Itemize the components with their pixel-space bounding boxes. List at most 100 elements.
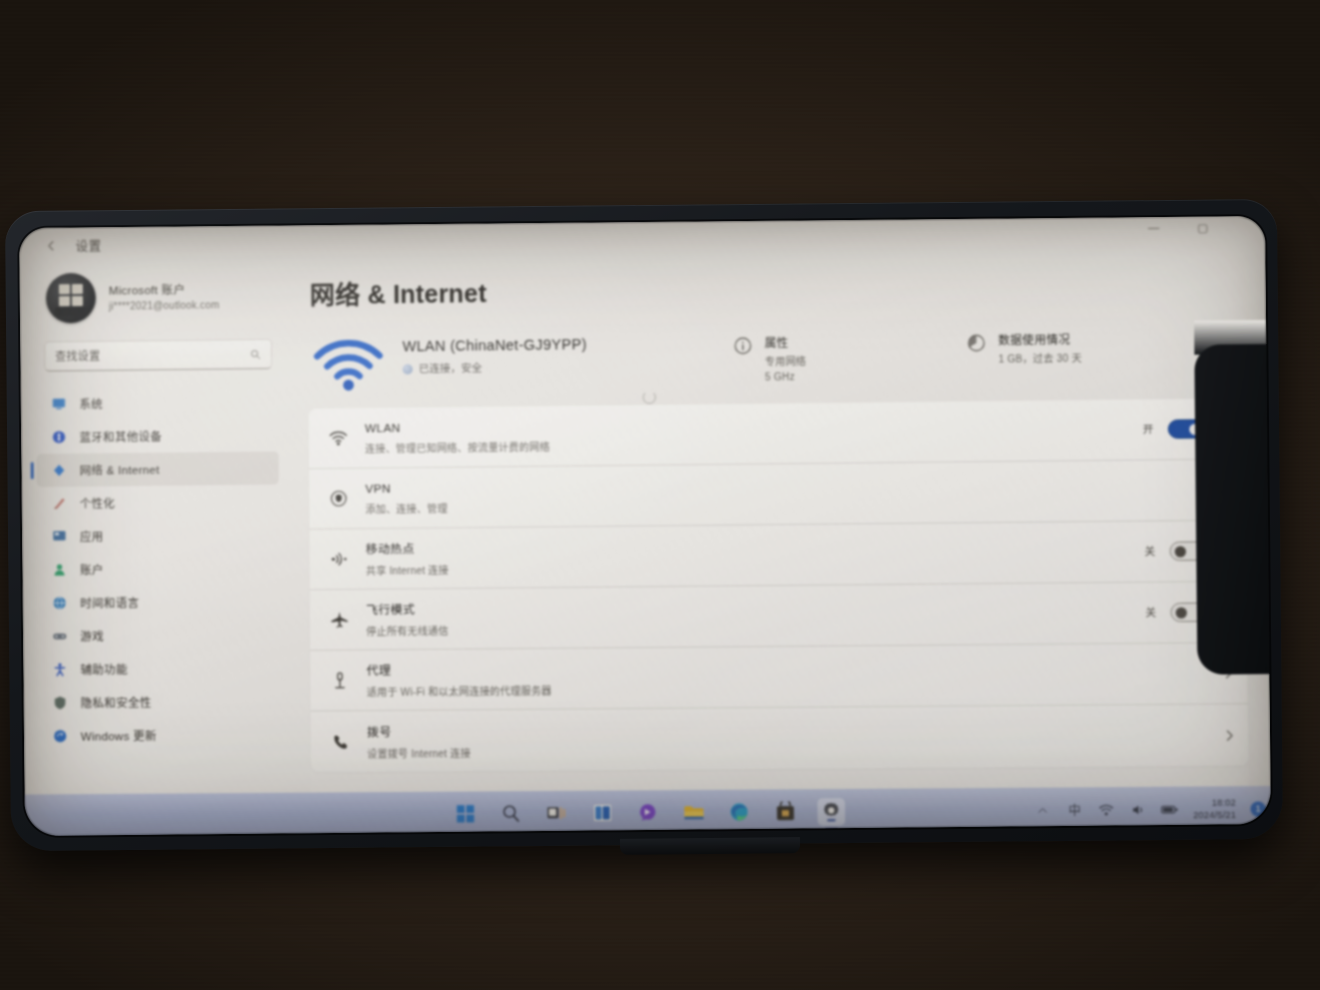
accounts-icon: [51, 561, 68, 578]
vpn-shield-icon: [327, 487, 349, 509]
settings-row-0[interactable]: WLAN 连接、管理已知网络、按流量计费的网络 开: [308, 398, 1245, 470]
notification-badge[interactable]: 1: [1250, 800, 1266, 817]
toggle-knob: [1175, 606, 1188, 619]
data-usage-sub: 1 GB，过去 30 天: [998, 353, 1082, 366]
connection-name: WLAN (ChinaNet-GJ9YPP): [402, 337, 587, 356]
windows-settings-app: 设置 — ▢ Microsoft 账户 ji****2021@outlook.c…: [19, 216, 1271, 836]
bluetooth-icon: [50, 429, 67, 446]
settings-app-icon[interactable]: [816, 797, 845, 826]
device-screen: 设置 — ▢ Microsoft 账户 ji****2021@outlook.c…: [19, 216, 1271, 836]
sidebar-item-6[interactable]: 时间和语言: [37, 584, 280, 619]
taskbar-clock[interactable]: 18:02 2024/5/21: [1193, 796, 1236, 821]
ime-indicator[interactable]: 中: [1066, 801, 1084, 818]
windows-logo-avatar-icon: [58, 283, 83, 307]
task-view-icon[interactable]: [543, 799, 571, 827]
connection-status-text: 已连接，安全: [418, 362, 483, 376]
speaker-tray-icon[interactable]: [1129, 801, 1147, 819]
apps-icon: [51, 528, 68, 545]
wifi-tray-icon[interactable]: [1098, 801, 1116, 819]
settings-row-4[interactable]: 代理 适用于 Wi-Fi 和以太网连接的代理服务器: [310, 642, 1248, 712]
row-title: 拨号: [366, 724, 392, 739]
file-explorer-icon[interactable]: [680, 798, 708, 826]
minimize-button[interactable]: —: [1142, 217, 1165, 240]
time-language-icon: [51, 594, 68, 611]
windows-update-icon: [52, 728, 69, 745]
current-connection-block[interactable]: WLAN (ChinaNet-GJ9YPP) 已连接，安全: [310, 329, 734, 392]
sidebar-item-label: 隐私和安全性: [80, 697, 152, 710]
connection-status: 已连接，安全: [402, 359, 587, 376]
page-title: 网络 & Internet: [309, 279, 487, 311]
avatar: [45, 272, 96, 324]
settings-row-3[interactable]: 飞行模式 停止所有无线通信 关: [309, 581, 1247, 651]
sidebar-item-3[interactable]: 个性化: [37, 485, 279, 521]
clock-date: 2024/5/21: [1193, 809, 1237, 821]
sidebar-item-label: 个性化: [79, 497, 116, 511]
dialup-icon: [329, 730, 351, 752]
titlebar-title: 设置: [75, 239, 102, 254]
proxy-icon: [328, 669, 350, 691]
sidebar-item-label: 网络 & Internet: [79, 464, 160, 478]
network-settings-list: WLAN 连接、管理已知网络、按流量计费的网络 开 VPN 添加、连接、管理移动热点 共享…: [308, 398, 1249, 773]
chevron-up-icon[interactable]: [1034, 801, 1052, 818]
loading-spinner-icon: [642, 390, 656, 405]
properties-card[interactable]: 属性 专用网络 5 GHz: [733, 326, 967, 385]
sidebar-item-10[interactable]: Windows 更新: [38, 718, 281, 753]
wlan-icon: [327, 427, 349, 449]
maximize-button[interactable]: ▢: [1191, 216, 1214, 239]
properties-info-icon: [733, 336, 753, 356]
settings-sidebar: Microsoft 账户 ji****2021@outlook.com 查找设置…: [19, 260, 293, 794]
network-status-strip: WLAN (ChinaNet-GJ9YPP) 已连接，安全 属性 专用网络 5 …: [308, 323, 1243, 392]
sidebar-item-9[interactable]: 隐私和安全性: [37, 684, 280, 719]
sidebar-item-4[interactable]: 应用: [37, 518, 279, 554]
properties-sub: 专用网络 5 GHz: [764, 356, 807, 383]
taskbar-icon-group: [452, 797, 845, 828]
sidebar-item-5[interactable]: 账户: [37, 551, 280, 587]
toggle-knob: [1174, 545, 1187, 557]
toggle-state-label: 开: [1142, 423, 1154, 437]
avatar-shadow-bar: [54, 306, 87, 317]
system-icon: [50, 395, 67, 412]
widgets-icon[interactable]: [588, 799, 616, 827]
row-title: 代理: [366, 663, 392, 678]
sidebar-item-8[interactable]: 辅助功能: [37, 651, 280, 686]
microsoft-store-icon[interactable]: [771, 798, 799, 826]
sidebar-item-label: 时间和语言: [80, 597, 140, 610]
toggle-state-label: 关: [1145, 606, 1157, 620]
back-arrow-icon[interactable]: [38, 232, 64, 258]
data-usage-icon: [967, 333, 988, 353]
search-taskbar-icon[interactable]: [497, 800, 525, 828]
row-subtitle: 添加、连接、管理: [365, 503, 448, 516]
start-button[interactable]: [452, 800, 480, 828]
settings-row-1[interactable]: VPN 添加、连接、管理: [308, 459, 1246, 530]
row-title: VPN: [365, 480, 391, 496]
sidebar-item-label: 应用: [79, 531, 104, 544]
sidebar-item-label: 系统: [79, 398, 103, 411]
sidebar-item-label: 账户: [79, 564, 104, 577]
gaming-icon: [51, 628, 68, 645]
data-usage-title: 数据使用情况: [998, 334, 1071, 348]
properties-title: 属性: [764, 337, 789, 351]
sidebar-item-2[interactable]: 网络 & Internet: [36, 451, 279, 488]
wifi-signal-icon: [310, 335, 387, 392]
sidebar-item-0[interactable]: 系统: [36, 385, 278, 421]
row-title: 移动热点: [365, 541, 415, 557]
chat-icon[interactable]: [634, 799, 662, 827]
account-header[interactable]: Microsoft 账户 ji****2021@outlook.com: [36, 264, 278, 327]
airplane-mode-icon: [328, 609, 350, 631]
sidebar-nav-list: 系统蓝牙和其他设备网络 & Internet 个性化应用账户时间和语言游戏 辅助功能…: [36, 385, 280, 753]
search-icon: [250, 348, 261, 359]
battery-tray-icon[interactable]: [1161, 800, 1179, 818]
settings-row-2[interactable]: 移动热点 共享 Internet 连接 关: [309, 520, 1246, 591]
sidebar-item-1[interactable]: 蓝牙和其他设备: [36, 418, 278, 454]
row-subtitle: 停止所有无线通信: [366, 626, 449, 639]
search-input[interactable]: 查找设置: [44, 338, 273, 372]
window-controls: — ▢: [1142, 216, 1214, 239]
chevron-right-icon[interactable]: [1225, 728, 1234, 741]
row-subtitle: 设置拨号 Internet 连接: [367, 748, 471, 761]
sidebar-item-7[interactable]: 游戏: [37, 618, 280, 653]
row-title: WLAN: [364, 420, 401, 435]
settings-row-5[interactable]: 拨号设置拨号 Internet 连接: [310, 704, 1248, 772]
device-hinge: [619, 837, 801, 855]
edge-browser-icon[interactable]: [725, 798, 753, 826]
privacy-security-icon: [52, 694, 69, 711]
